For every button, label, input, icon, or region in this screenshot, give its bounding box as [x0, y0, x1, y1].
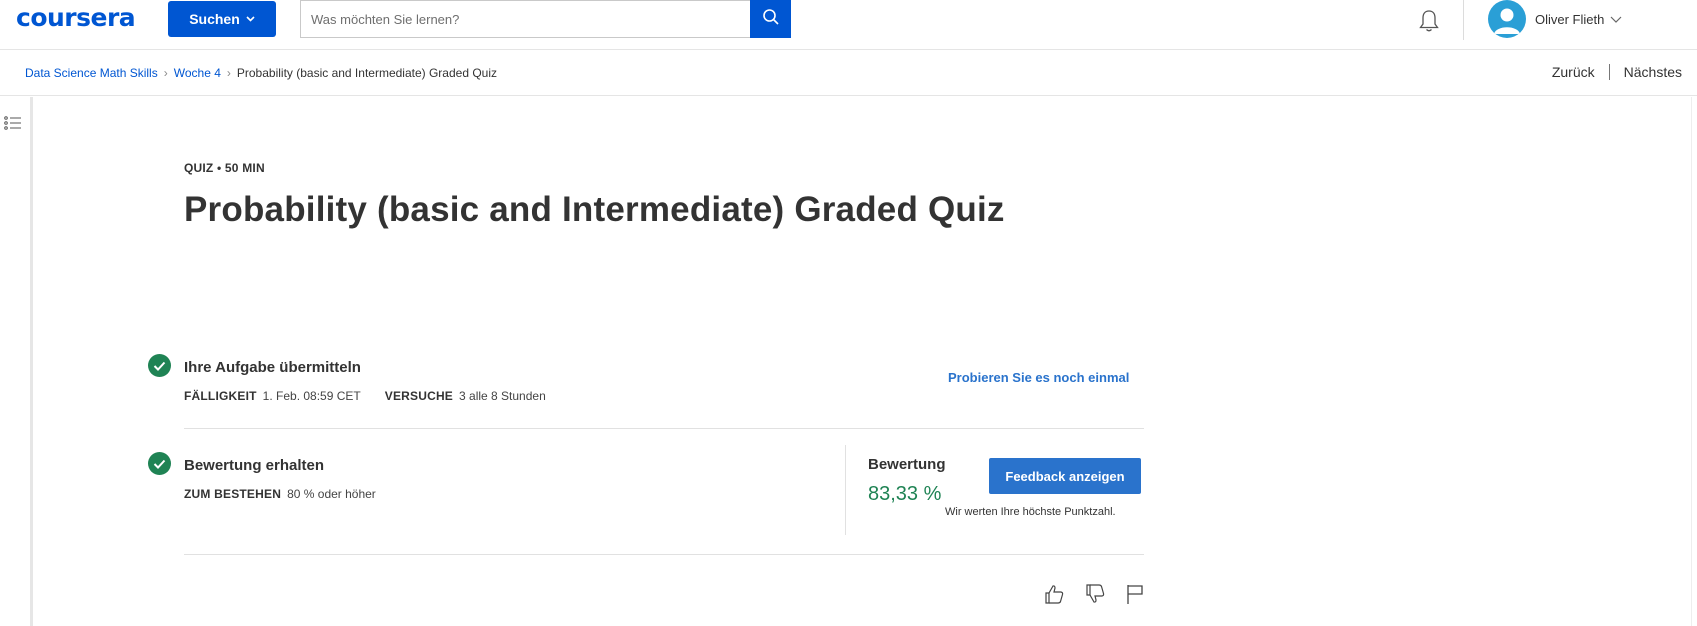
breadcrumb-current: Probability (basic and Intermediate) Gra…	[236, 66, 498, 80]
due-value: 1. Feb. 08:59 CET	[262, 389, 361, 403]
divider	[184, 554, 1144, 555]
divider	[184, 428, 1144, 429]
check-circle-icon	[148, 452, 171, 475]
thumbs-up-icon[interactable]	[1043, 583, 1065, 605]
grade-label: Bewertung	[868, 456, 946, 473]
notifications-bell-icon[interactable]	[1415, 7, 1443, 35]
page-title: Probability (basic and Intermediate) Gra…	[184, 190, 1005, 229]
view-feedback-button[interactable]: Feedback anzeigen	[989, 458, 1141, 494]
grade-note: Wir werten Ihre höchste Punktzahl.	[945, 506, 1116, 518]
submission-title: Ihre Aufgabe übermitteln	[184, 359, 361, 376]
search-submit-button[interactable]	[750, 0, 791, 38]
breadcrumb: Data Science Math Skills › Woche 4 › Pro…	[25, 66, 497, 80]
browse-menu-label: Suchen	[189, 11, 240, 27]
chevron-right-icon: ›	[163, 66, 168, 80]
grade-meta: ZUM BESTEHEN 80 % oder höher	[184, 487, 376, 501]
user-name[interactable]: Oliver Flieth	[1535, 12, 1604, 27]
attempts-label: VERSUCHE	[384, 389, 454, 403]
attempts-value: 3 alle 8 Stunden	[459, 389, 546, 403]
check-circle-icon	[148, 354, 171, 377]
quiz-kicker: QUIZ • 50 MIN	[184, 161, 265, 175]
submission-meta: FÄLLIGKEIT 1. Feb. 08:59 CET VERSUCHE 3 …	[184, 389, 546, 403]
breadcrumb-week[interactable]: Woche 4	[174, 66, 221, 80]
top-header: coursera Suchen Oliver Flieth	[0, 0, 1697, 50]
chevron-right-icon: ›	[226, 66, 231, 80]
chevron-down-icon[interactable]	[1609, 12, 1623, 26]
nav-divider	[1608, 64, 1610, 80]
retry-link[interactable]: Probieren Sie es noch einmal	[948, 370, 1129, 385]
item-navigation: Zurück Nächstes	[1552, 64, 1682, 80]
thumbs-down-icon[interactable]	[1084, 583, 1106, 605]
previous-link[interactable]: Zurück	[1552, 64, 1595, 80]
grade-value: 83,33 %	[868, 483, 942, 505]
coursera-logo[interactable]: coursera	[16, 3, 136, 32]
pass-value: 80 % oder höher	[287, 487, 376, 501]
search-box	[300, 0, 752, 38]
breadcrumb-course[interactable]: Data Science Math Skills	[25, 66, 158, 80]
header-divider	[1463, 0, 1464, 40]
left-rail	[0, 97, 33, 626]
due-label: FÄLLIGKEIT	[184, 389, 257, 403]
browse-menu-button[interactable]: Suchen	[168, 1, 276, 37]
chevron-down-icon	[246, 14, 255, 25]
breadcrumb-bar: Data Science Math Skills › Woche 4 › Pro…	[0, 50, 1697, 96]
next-link[interactable]: Nächstes	[1624, 64, 1682, 80]
pass-label: ZUM BESTEHEN	[184, 487, 282, 501]
search-icon	[762, 8, 780, 31]
flag-icon[interactable]	[1124, 583, 1146, 605]
grade-received-title: Bewertung erhalten	[184, 457, 325, 474]
avatar-icon[interactable]	[1488, 0, 1526, 38]
scrollbar[interactable]	[1691, 97, 1697, 626]
grade-divider	[845, 445, 846, 535]
search-input[interactable]	[301, 1, 752, 37]
outline-list-icon[interactable]	[4, 115, 22, 131]
